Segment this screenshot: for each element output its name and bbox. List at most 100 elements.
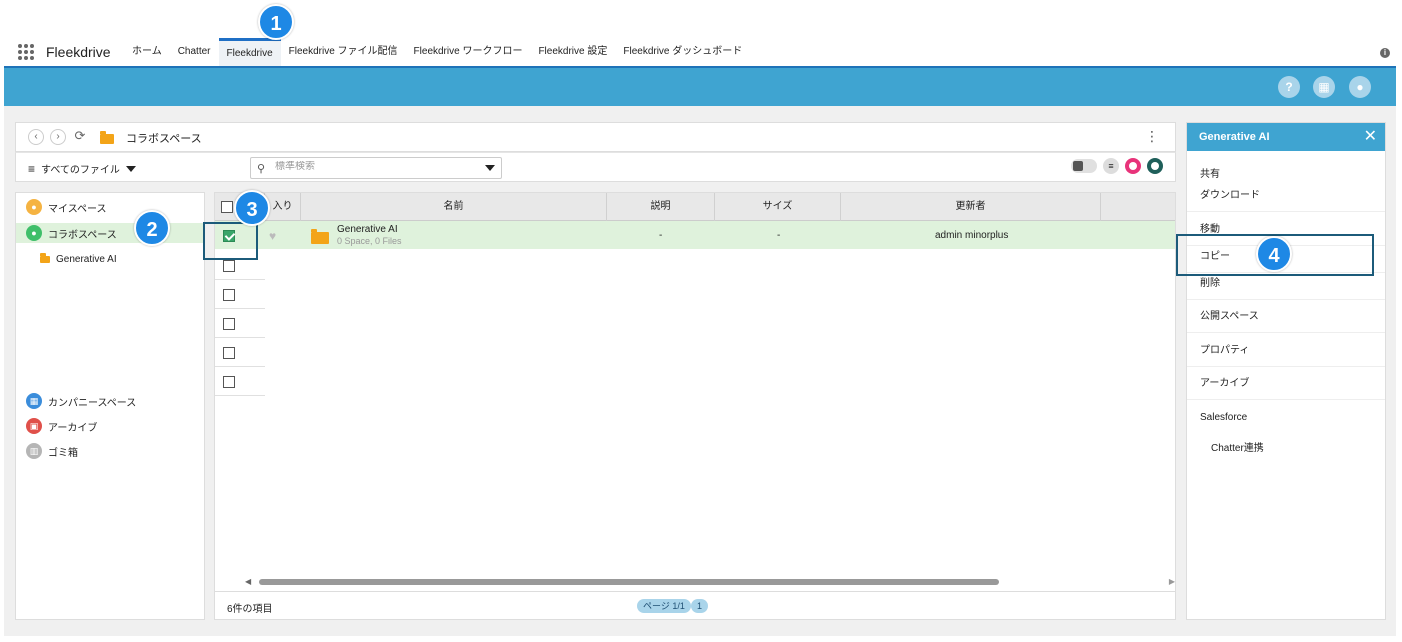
row-divider [215, 337, 265, 338]
nav-tabs: ホーム Chatter Fleekdrive Fleekdrive ファイル配信… [124, 38, 750, 66]
folder-icon [40, 252, 50, 263]
breadcrumb-bar: ‹ › ⟳ コラボスペース ⋮ [15, 122, 1176, 152]
file-name[interactable]: Generative AI [337, 224, 398, 235]
trash-icon: ▥ [26, 443, 42, 459]
search-icon: ⚲ [257, 163, 266, 175]
app-name: Fleekdrive [46, 44, 111, 60]
sidebar-item-label: コラボスペース [48, 229, 117, 241]
bell-icon[interactable]: ● [1349, 76, 1371, 98]
more-options-icon[interactable]: ⋮ [1145, 128, 1159, 145]
tag-icon[interactable] [1147, 158, 1163, 174]
step-badge: 2 [134, 210, 170, 246]
row-divider [215, 308, 265, 309]
tab-chatter[interactable]: Chatter [170, 38, 219, 66]
folder-icon [100, 131, 114, 144]
help-icon[interactable]: ? [1278, 76, 1300, 98]
file-grid: 入り 名前 説明 サイズ 更新者 ♥ Generative AI 0 Space… [214, 192, 1176, 620]
app-launcher-icon[interactable] [18, 44, 34, 60]
list-view-icon[interactable]: ≡ [1103, 158, 1119, 174]
tab-workflow[interactable]: Fleekdrive ワークフロー [406, 38, 531, 66]
action-properties[interactable]: プロパティ [1187, 334, 1385, 367]
section-label-share: 共有 [1200, 169, 1220, 180]
sidebar: ● マイスペース ● コラボスペース Generative AI ▦ カンパニー… [15, 192, 205, 620]
info-icon[interactable]: i [1380, 48, 1390, 58]
row-checkbox[interactable] [223, 289, 235, 301]
file-size: - [777, 230, 781, 241]
table-row[interactable]: ♥ Generative AI 0 Space, 0 Files - - adm… [215, 221, 1175, 249]
sidebar-item-label: アーカイブ [48, 422, 98, 434]
file-subtitle: 0 Space, 0 Files [337, 236, 402, 246]
tab-dashboard[interactable]: Fleekdrive ダッシュボード [615, 38, 750, 66]
row-checkbox[interactable] [223, 260, 235, 272]
close-icon[interactable]: ✕ [1364, 123, 1377, 151]
chevron-down-icon [125, 165, 136, 172]
grid-header: 入り 名前 説明 サイズ 更新者 [215, 193, 1175, 221]
header-bar: ? ▦ ● [4, 66, 1396, 106]
filter-icon: ≡ [28, 161, 36, 176]
step-badge: 3 [234, 190, 270, 226]
file-updater: admin minorplus [935, 230, 1009, 241]
filter-bar: ≡ すべてのファイル ⚲ ≡ [15, 152, 1176, 182]
action-public-space[interactable]: 公開スペース [1187, 300, 1385, 333]
item-count: 6件の項目 [227, 604, 273, 615]
sidebar-item-my-space[interactable]: ● マイスペース [26, 197, 107, 217]
page-indicator: ページ 1/1 [637, 599, 691, 613]
tab-file-delivery[interactable]: Fleekdrive ファイル配信 [281, 38, 406, 66]
select-all-checkbox[interactable] [221, 201, 233, 213]
row-divider [215, 395, 265, 396]
horizontal-scrollbar[interactable]: ◀ ▶ [245, 577, 1175, 586]
action-panel-header: Generative AI ✕ [1187, 123, 1385, 151]
row-divider [215, 366, 265, 367]
column-header-description[interactable]: 説明 [607, 193, 715, 221]
top-bar: Fleekdrive ホーム Chatter Fleekdrive Fleekd… [0, 0, 1402, 66]
filter-dropdown[interactable]: ≡ すべてのファイル [28, 161, 136, 176]
folder-icon [311, 229, 329, 244]
forward-icon[interactable]: › [50, 129, 66, 145]
archive-icon: ▣ [26, 418, 42, 434]
group-icon: ● [26, 225, 42, 241]
scrollbar-thumb[interactable] [259, 579, 999, 585]
heart-icon[interactable]: ♥ [269, 229, 276, 243]
column-header-favorite[interactable]: 入り [265, 193, 301, 221]
action-download[interactable]: ダウンロード [1187, 179, 1385, 212]
row-checkbox[interactable] [223, 376, 235, 388]
step-badge: 1 [258, 4, 294, 40]
column-header-updater[interactable]: 更新者 [841, 193, 1101, 221]
highlight-checkbox [203, 222, 258, 260]
user-icon: ● [26, 199, 42, 215]
column-header-name[interactable]: 名前 [301, 193, 607, 221]
tab-home[interactable]: ホーム [124, 38, 170, 66]
scroll-left-icon[interactable]: ◀ [245, 577, 251, 586]
sidebar-item-collab-space[interactable]: ● コラボスペース [26, 223, 117, 243]
back-icon[interactable]: ‹ [28, 129, 44, 145]
view-controls: ≡ [1071, 158, 1163, 174]
search-input[interactable] [275, 161, 475, 172]
section-label-salesforce: Salesforce [1200, 412, 1248, 423]
sidebar-item-archive[interactable]: ▣ アーカイブ [26, 416, 97, 436]
sidebar-item-label: ゴミ箱 [48, 447, 78, 459]
favorite-icon[interactable] [1125, 158, 1141, 174]
refresh-icon[interactable]: ⟳ [72, 129, 88, 145]
thumbnail-toggle[interactable] [1071, 159, 1097, 173]
grid-footer: 6件の項目 ページ 1/1 1 [215, 591, 1175, 619]
search-box[interactable]: ⚲ [250, 157, 502, 179]
row-divider [215, 279, 265, 280]
sidebar-item-generative-ai[interactable]: Generative AI [40, 249, 117, 269]
scroll-right-icon[interactable]: ▶ [1169, 577, 1175, 586]
page-number-button[interactable]: 1 [691, 599, 709, 613]
step-badge: 4 [1256, 236, 1292, 272]
sidebar-item-trash[interactable]: ▥ ゴミ箱 [26, 441, 78, 461]
row-checkbox[interactable] [223, 318, 235, 330]
column-header-size[interactable]: サイズ [715, 193, 841, 221]
file-description: - [659, 230, 663, 241]
action-chatter-link[interactable]: Chatter連携 [1211, 439, 1264, 454]
action-panel: Generative AI ✕ 共有 ダウンロード 移動 コピー 削除 公開スペ… [1186, 122, 1386, 620]
calendar-icon[interactable]: ▦ [1313, 76, 1335, 98]
tab-fleekdrive[interactable]: Fleekdrive [218, 38, 281, 66]
action-archive[interactable]: アーカイブ [1187, 367, 1385, 400]
row-checkbox[interactable] [223, 347, 235, 359]
sidebar-item-company-space[interactable]: ▦ カンパニースペース [26, 391, 136, 411]
tab-settings[interactable]: Fleekdrive 設定 [530, 38, 615, 66]
breadcrumb: コラボスペース [126, 133, 202, 145]
search-dropdown-icon[interactable] [485, 165, 495, 171]
